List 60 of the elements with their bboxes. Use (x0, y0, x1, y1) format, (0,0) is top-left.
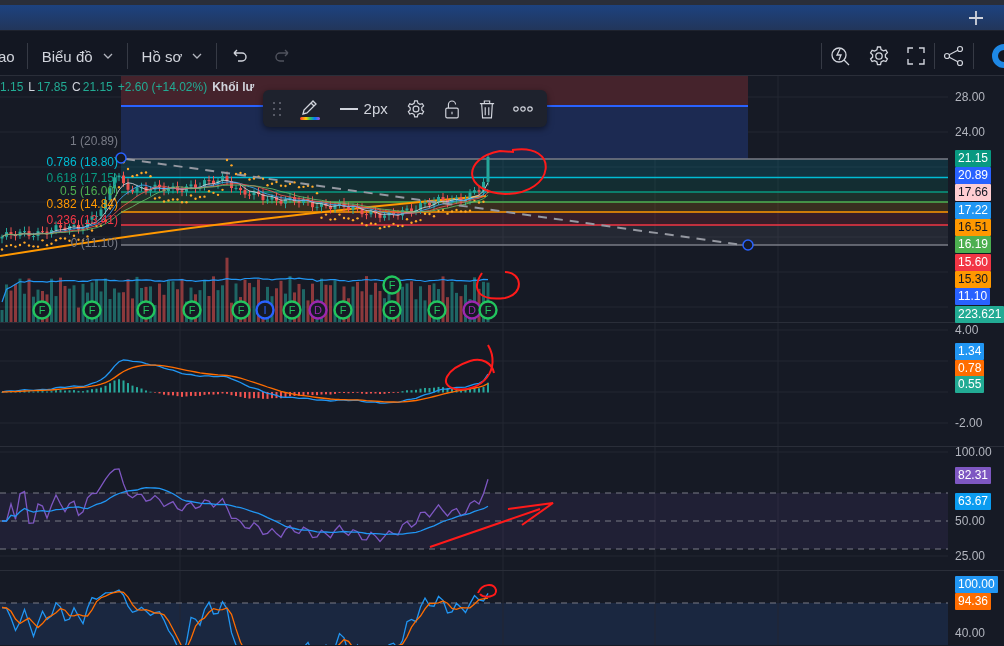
axis-tick-label: 4.00 (955, 322, 979, 338)
price-badge: 0.78 (955, 359, 985, 377)
legend-value: 1.15 (0, 80, 24, 94)
add-tab-icon[interactable] (969, 10, 983, 25)
legend-label: Khối lư (212, 80, 255, 94)
unlock-icon[interactable] (444, 98, 461, 119)
axis-tick-label: -2.00 (955, 415, 983, 431)
quick-search-icon[interactable] (830, 45, 852, 67)
fullscreen-icon[interactable] (906, 46, 926, 66)
event-marker[interactable]: F (478, 300, 498, 320)
axis-tick-label: 50.00 (955, 513, 986, 529)
legend-change: +2.60 (+14.02%) (117, 80, 208, 94)
chevron-down-icon[interactable] (192, 53, 203, 59)
settings-icon[interactable] (868, 45, 890, 67)
legend-label: C (72, 80, 81, 94)
event-marker[interactable]: F (282, 300, 302, 320)
share-icon[interactable] (943, 45, 965, 67)
hand-drawn-scribble (477, 584, 497, 598)
event-marker[interactable]: F (182, 300, 202, 320)
event-marker[interactable]: F (427, 300, 447, 320)
event-marker[interactable]: F (231, 300, 251, 320)
axis-tick-label: 25.00 (955, 548, 986, 564)
trash-icon[interactable] (478, 98, 495, 119)
price-badge: 0.55 (955, 376, 985, 393)
dropdown-menu[interactable]: Hồ sơ (127, 43, 217, 69)
fib-level-label: 1 (20.89) (69, 133, 118, 149)
event-marker[interactable]: F (333, 300, 353, 320)
event-marker[interactable]: F (382, 300, 402, 320)
axis-tick-label: 24.00 (955, 124, 986, 140)
settings-icon[interactable] (406, 98, 427, 119)
legend-value: 21.15 (82, 80, 113, 94)
price-badge: 223.621 (955, 305, 1004, 323)
price-badge: 17.66 (955, 184, 992, 202)
price-badge: 1.34 (955, 343, 985, 360)
price-badge: 11.10 (955, 288, 991, 306)
logo-icon[interactable] (992, 44, 1004, 68)
price-badge: 17.22 (955, 201, 992, 219)
event-marker[interactable]: F (382, 275, 402, 295)
more-icon[interactable] (512, 105, 533, 112)
price-badge: 16.19 (955, 236, 992, 254)
legend-label: L (28, 80, 36, 94)
axis-tick-label: 28.00 (955, 89, 986, 105)
price-badge: 15.60 (955, 253, 992, 271)
dropdown-menu[interactable]: Biểu đồ (27, 43, 127, 69)
price-badge: 63.67 (955, 493, 992, 510)
event-marker[interactable]: F (82, 300, 102, 320)
price-badge: 21.15 (955, 149, 992, 167)
event-marker[interactable]: I (255, 300, 275, 320)
legend-value: 17.85 (37, 80, 68, 94)
price-badge: 100.00 (955, 576, 998, 593)
price-badge: 82.31 (955, 467, 992, 484)
event-marker[interactable]: F (136, 300, 156, 320)
axis-tick-label: 40.00 (955, 625, 986, 641)
line-width-button[interactable]: 2px (339, 100, 388, 117)
axis-tick-label: 100.00 (955, 444, 992, 460)
event-marker[interactable]: F (32, 300, 52, 320)
price-badge: 94.36 (955, 593, 992, 610)
fib-level-label: 0.786 (18.80) (46, 153, 118, 170)
drag-handle-icon[interactable] (273, 101, 281, 116)
chevron-down-icon[interactable] (102, 53, 113, 59)
